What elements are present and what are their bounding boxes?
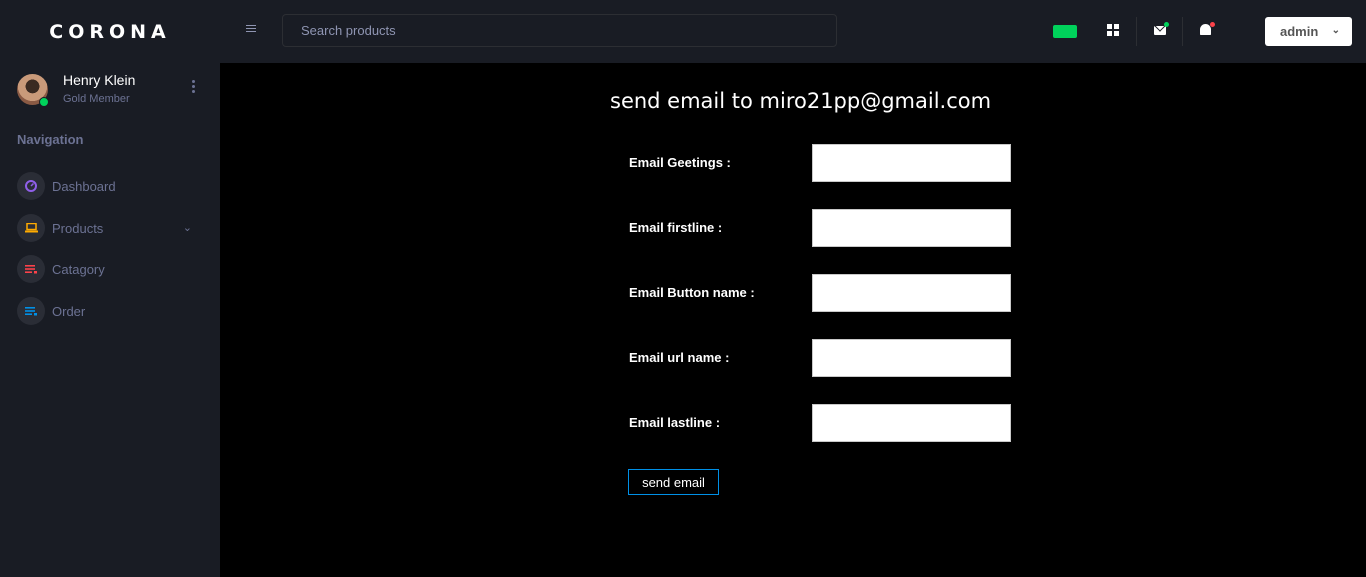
profile-role: Gold Member [63, 93, 130, 105]
laptop-icon [17, 214, 45, 242]
sidebar-item-order[interactable]: Order [17, 296, 202, 326]
chevron-down-icon[interactable]: ⌄ [183, 221, 192, 234]
email-url-name-label: Email url name : [629, 350, 730, 365]
email-firstline-field[interactable] [812, 209, 1011, 247]
brand-logo[interactable]: CORONA [0, 0, 220, 63]
email-button-name-label: Email Button name : [629, 285, 755, 300]
profile-name: Henry Klein [63, 72, 136, 88]
user-menu-label: admin [1280, 24, 1319, 39]
online-status-dot [39, 97, 49, 107]
sidebar-item-label: Dashboard [52, 178, 116, 194]
sidebar-item-label: Order [52, 303, 86, 319]
search-input[interactable] [282, 14, 837, 47]
email-lastline-label: Email lastline : [629, 415, 721, 430]
speedometer-icon [17, 172, 45, 200]
user-menu-button[interactable]: admin ⌄ [1265, 17, 1352, 46]
sidebar-item-dashboard[interactable]: Dashboard [17, 171, 202, 201]
profile: Henry Klein Gold Member [17, 72, 207, 108]
menu-toggle-icon[interactable] [246, 25, 256, 34]
sidebar-item-products[interactable]: Products ⌄ [17, 213, 202, 243]
create-button[interactable] [1053, 25, 1077, 38]
email-firstline-label: Email firstline : [629, 220, 723, 235]
list-icon [17, 297, 45, 325]
mail-icon[interactable] [1154, 26, 1166, 35]
profile-menu-icon[interactable] [192, 80, 196, 96]
page-title: send email to miro21pp@gmail.com [610, 89, 992, 113]
email-url-name-field[interactable] [812, 339, 1011, 377]
email-lastline-field[interactable] [812, 404, 1011, 442]
sidebar-item-label: Products [52, 220, 104, 236]
sidebar-item-label: Catagory [52, 261, 105, 277]
divider [1136, 17, 1137, 46]
chevron-down-icon: ⌄ [1331, 25, 1340, 36]
email-greetings-label: Email Geetings : [629, 155, 731, 170]
nav-section-title: Navigation [17, 132, 84, 147]
email-button-name-field[interactable] [812, 274, 1011, 312]
mail-notification-dot [1164, 22, 1169, 27]
send-email-button[interactable]: send email [628, 469, 719, 495]
sidebar-item-catagory[interactable]: Catagory [17, 254, 202, 284]
email-greetings-field[interactable] [812, 144, 1011, 182]
divider [1182, 17, 1183, 46]
bell-notification-dot [1210, 22, 1215, 27]
apps-grid-icon[interactable] [1107, 24, 1119, 36]
sidebar: CORONA Henry Klein Gold Member Navigatio… [0, 0, 220, 577]
list-icon [17, 255, 45, 283]
top-navbar: admin ⌄ [220, 0, 1366, 63]
